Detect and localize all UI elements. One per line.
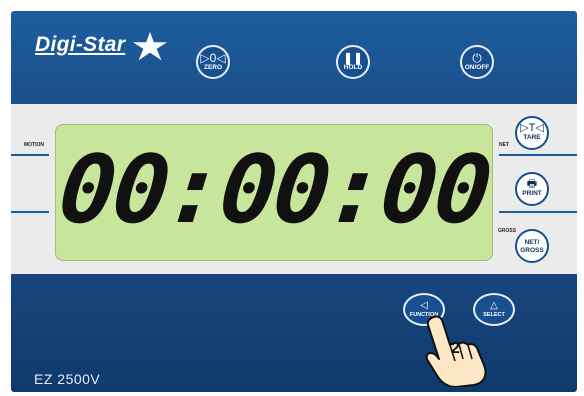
up-arrow-icon: △ — [490, 300, 498, 311]
motion-indicator-line — [11, 154, 49, 156]
step-number-label: 2 — [451, 340, 460, 357]
net-gross-button[interactable]: NET/ GROSS — [515, 229, 549, 263]
hold-button[interactable]: ❚❚ HOLD — [336, 45, 370, 79]
printer-icon: 🖶 — [526, 178, 538, 190]
power-button[interactable]: ⏻ ON/OFF — [460, 45, 494, 79]
zero-icon: ▷0◁ — [200, 51, 226, 65]
gross-indicator-line — [499, 211, 577, 213]
power-icon: ⏻ — [472, 51, 482, 65]
left-arrow-icon: ◁ — [420, 300, 428, 311]
model-label: EZ 2500V — [34, 371, 101, 387]
tare-button[interactable]: ▷T◁ TARE — [515, 116, 549, 150]
digi-star-logo: Digi-Star — [35, 33, 126, 56]
motion-label: MOTION — [24, 142, 44, 148]
print-button[interactable]: 🖶 PRINT — [515, 172, 549, 206]
gross-label: GROSS — [498, 228, 517, 234]
lcd-display: 00:00:00 — [54, 124, 494, 261]
net-label: NET — [499, 142, 509, 148]
lcd-readout: 00:00:00 — [53, 136, 495, 245]
pause-icon: ❚❚ — [342, 51, 364, 65]
star-logo-icon — [132, 31, 168, 61]
zero-button[interactable]: ▷0◁ ZERO — [196, 45, 230, 79]
left-indicator-line — [11, 211, 49, 213]
tare-icon: ▷T◁ — [520, 122, 544, 134]
net-indicator-line — [499, 154, 577, 156]
